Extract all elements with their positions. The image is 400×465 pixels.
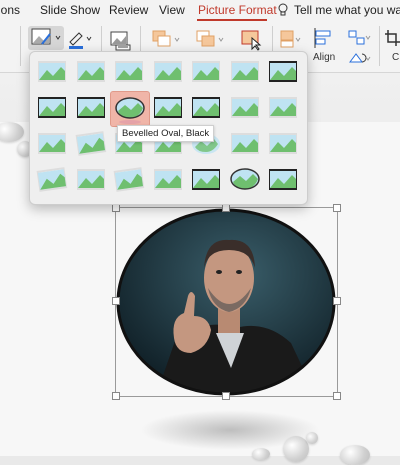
picture-style-26[interactable] xyxy=(187,163,225,197)
tab-slide-show[interactable]: Slide Show xyxy=(40,3,100,17)
picture-style-10[interactable] xyxy=(110,91,150,127)
picture-style-thumbnail-icon xyxy=(38,97,66,118)
picture-style-9[interactable] xyxy=(72,91,110,125)
group-icon xyxy=(348,30,371,45)
picture-style-thumbnail-icon xyxy=(113,167,145,192)
picture-style-20[interactable] xyxy=(226,127,264,161)
align-label: Align xyxy=(313,52,336,63)
tab-picture-format[interactable]: Picture Format xyxy=(198,3,277,17)
tab-transitions[interactable]: ions xyxy=(0,3,20,17)
picture-style-thumbnail-icon xyxy=(76,61,105,82)
picture-style-28[interactable] xyxy=(264,163,302,197)
picture-style-thumbnail-icon xyxy=(230,133,259,154)
rotate-icon xyxy=(349,53,371,63)
tab-view[interactable]: View xyxy=(159,3,185,17)
send-backward-icon xyxy=(196,30,224,47)
resize-handle-s[interactable] xyxy=(222,392,230,400)
style-tooltip: Bevelled Oval, Black xyxy=(117,125,215,142)
crop-icon xyxy=(385,30,400,46)
picture-style-thumbnail-icon xyxy=(192,61,220,82)
resize-handle-ne[interactable] xyxy=(333,204,341,212)
picture-style-thumbnail-icon xyxy=(76,169,105,190)
crop-button[interactable] xyxy=(384,28,400,50)
alt-text-icon xyxy=(110,31,131,51)
picture-style-thumbnail-icon xyxy=(269,97,297,118)
picture-style-thumbnail-icon xyxy=(36,167,68,192)
arrange-icon xyxy=(280,30,301,48)
picture-style-1[interactable] xyxy=(33,55,71,89)
picture-style-2[interactable] xyxy=(72,55,110,89)
selection-pane-button[interactable] xyxy=(238,28,266,52)
picture-style-thumbnail-icon xyxy=(38,133,66,154)
picture-style-thumbnail-icon xyxy=(269,61,297,82)
bring-forward-icon xyxy=(152,30,180,47)
resize-handle-w[interactable] xyxy=(112,297,120,305)
picture-style-27[interactable] xyxy=(226,163,264,197)
picture-style-thumbnail-icon xyxy=(230,97,259,118)
picture-style-6[interactable] xyxy=(226,55,264,89)
picture-style-22[interactable] xyxy=(33,163,71,197)
water-bubble xyxy=(252,448,270,460)
picture-style-thumbnail-icon xyxy=(230,61,259,82)
picture-style-thumbnail-icon xyxy=(269,133,297,154)
resize-handle-sw[interactable] xyxy=(112,392,120,400)
picture-style-thumbnail-icon xyxy=(192,169,220,190)
picture-style-thumbnail-icon xyxy=(75,131,106,156)
picture-style-24[interactable] xyxy=(110,163,148,197)
tab-review[interactable]: Review xyxy=(109,3,148,17)
picture-style-thumbnail-icon xyxy=(153,169,182,190)
picture-style-7[interactable] xyxy=(264,55,302,89)
crop-label: C xyxy=(392,52,400,63)
picture-style-14[interactable] xyxy=(264,91,302,125)
picture-styles-button[interactable] xyxy=(28,26,64,50)
resize-handle-n[interactable] xyxy=(222,204,230,212)
selection-frame xyxy=(115,207,338,397)
picture-style-thumbnail-icon xyxy=(115,97,145,124)
resize-handle-se[interactable] xyxy=(333,392,341,400)
picture-style-25[interactable] xyxy=(149,163,187,197)
selection-pane-icon xyxy=(241,30,262,51)
align-icon xyxy=(314,28,331,48)
picture-style-thumbnail-icon xyxy=(115,61,143,82)
group-button[interactable] xyxy=(346,28,372,48)
picture-style-13[interactable] xyxy=(226,91,264,125)
picture-style-8[interactable] xyxy=(33,91,71,125)
resize-handle-nw[interactable] xyxy=(112,204,120,212)
alt-text-button[interactable] xyxy=(108,28,134,52)
pen-icon xyxy=(69,32,92,49)
picture-style-16[interactable] xyxy=(72,127,110,161)
send-backward-button[interactable] xyxy=(194,28,226,52)
picture-styles-icon xyxy=(31,28,61,45)
picture-style-thumbnail-icon xyxy=(76,97,105,118)
picture-style-thumbnail-icon xyxy=(38,61,66,82)
picture-style-thumbnail-icon xyxy=(229,168,260,190)
bring-forward-button[interactable] xyxy=(150,28,182,52)
tell-me-search[interactable]: Tell me what you want t xyxy=(294,3,400,17)
active-tab-indicator xyxy=(197,19,267,21)
picture-style-thumbnail-icon xyxy=(269,169,297,190)
rotate-button[interactable] xyxy=(346,50,372,68)
picture-style-thumbnail-icon xyxy=(153,61,182,82)
resize-handle-e[interactable] xyxy=(333,297,341,305)
picture-style-thumbnail-icon xyxy=(192,97,220,118)
picture-style-4[interactable] xyxy=(149,55,187,89)
picture-style-11[interactable] xyxy=(149,91,187,125)
ribbon-tabs: ions Slide Show Review View Picture Form… xyxy=(0,0,400,22)
picture-style-3[interactable] xyxy=(110,55,148,89)
picture-style-thumbnail-icon xyxy=(153,97,182,118)
arrange-button[interactable] xyxy=(278,28,304,52)
align-button[interactable] xyxy=(310,26,340,50)
lightbulb-icon xyxy=(278,3,288,16)
picture-reflection-shadow xyxy=(140,410,320,450)
picture-style-5[interactable] xyxy=(187,55,225,89)
water-bubble xyxy=(340,445,370,465)
picture-style-21[interactable] xyxy=(264,127,302,161)
picture-style-15[interactable] xyxy=(33,127,71,161)
picture-border-button[interactable] xyxy=(67,28,93,50)
picture-style-23[interactable] xyxy=(72,163,110,197)
picture-style-12[interactable] xyxy=(187,91,225,125)
